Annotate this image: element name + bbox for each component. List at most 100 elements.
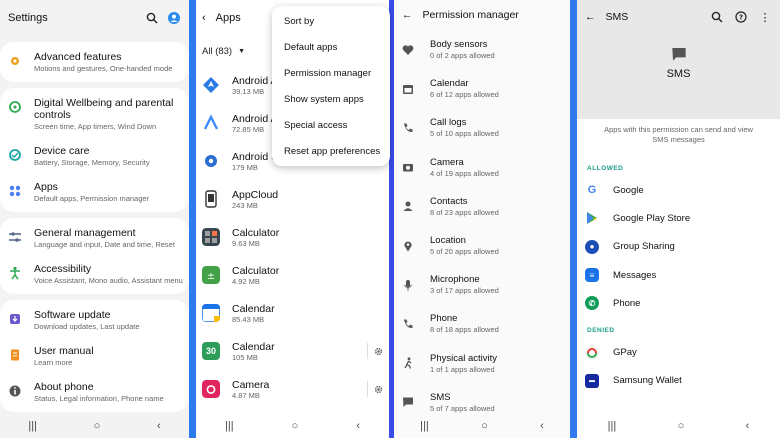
permission-item-phone[interactable]: Phone 8 of 18 apps allowed bbox=[394, 304, 570, 343]
app-size: 4.87 MB bbox=[232, 390, 260, 400]
back-button[interactable]: ‹ bbox=[157, 420, 161, 432]
play-store-icon bbox=[587, 212, 597, 225]
permission-item-physical-activity[interactable]: Physical activity 1 of 1 apps allowed bbox=[394, 344, 570, 383]
back-button[interactable]: ‹ bbox=[540, 420, 544, 432]
person-icon bbox=[403, 201, 413, 212]
page-title: SMS bbox=[605, 11, 629, 23]
permission-count: 8 of 23 apps allowed bbox=[430, 207, 499, 217]
permission-count: 5 of 10 apps allowed bbox=[430, 129, 499, 139]
back-arrow-icon[interactable]: ‹ bbox=[202, 12, 206, 24]
menu-item-special-access[interactable]: Special access bbox=[272, 112, 390, 138]
settings-item-digital-wellbeing[interactable]: Digital Wellbeing and parental controls S… bbox=[0, 90, 189, 138]
menu-item-show-system-apps[interactable]: Show system apps bbox=[272, 86, 390, 112]
microphone-icon bbox=[404, 279, 412, 291]
app-name: Google Play Store bbox=[613, 212, 691, 224]
settings-item-apps[interactable]: Apps Default apps, Permission manager bbox=[0, 174, 189, 210]
settings-item-subtitle: Screen time, App timers, Wind Down bbox=[34, 122, 157, 131]
recents-button[interactable]: ||| bbox=[420, 420, 429, 432]
messages-icon: ≡ bbox=[585, 268, 599, 283]
app-list-item[interactable]: Calendar 85.43 MB bbox=[196, 294, 389, 332]
settings-item-user-manual[interactable]: User manual Learn more bbox=[0, 338, 189, 374]
google-icon: G bbox=[585, 183, 599, 198]
info-icon bbox=[9, 385, 21, 397]
settings-item-general-management[interactable]: General management Language and input, Da… bbox=[0, 220, 189, 256]
permission-name: SMS bbox=[430, 391, 451, 403]
recents-button[interactable]: ||| bbox=[28, 420, 37, 432]
permission-item-camera[interactable]: Camera 4 of 19 apps allowed bbox=[394, 148, 570, 187]
allowed-app-phone[interactable]: ✆ Phone bbox=[577, 289, 780, 317]
back-arrow-icon[interactable]: ← bbox=[402, 9, 413, 21]
search-icon[interactable] bbox=[710, 10, 724, 24]
sms-icon bbox=[403, 397, 413, 408]
profile-avatar-icon[interactable] bbox=[167, 11, 181, 25]
settings-item-subtitle: Default apps, Permission manager bbox=[34, 194, 150, 203]
gear-plus-icon bbox=[11, 57, 19, 65]
app-name: AppCloud bbox=[232, 188, 279, 201]
app-settings-gear-icon[interactable] bbox=[367, 343, 383, 359]
settings-item-accessibility[interactable]: Accessibility Voice Assistant, Mono audio… bbox=[0, 256, 189, 292]
search-icon[interactable] bbox=[145, 11, 159, 25]
allowed-app-google[interactable]: G Google bbox=[577, 176, 780, 204]
settings-item-software-update[interactable]: Software update Download updates, Last up… bbox=[0, 302, 189, 338]
settings-group-3: General management Language and input, Da… bbox=[0, 218, 189, 294]
home-button[interactable]: ○ bbox=[481, 420, 488, 432]
app-name: GPay bbox=[613, 347, 637, 359]
home-button[interactable]: ○ bbox=[292, 420, 299, 432]
app-name: Phone bbox=[613, 297, 641, 309]
allowed-app-messages[interactable]: ≡ Messages bbox=[577, 261, 780, 289]
permission-count: 3 of 17 apps allowed bbox=[430, 286, 499, 296]
back-button[interactable]: ‹ bbox=[356, 420, 360, 432]
permission-item-location[interactable]: Location 5 of 20 apps allowed bbox=[394, 226, 570, 265]
page-title: Permission manager bbox=[422, 9, 519, 21]
menu-item-sort-by[interactable]: Sort by bbox=[272, 8, 390, 34]
app-settings-gear-icon[interactable] bbox=[367, 381, 383, 397]
permission-item-microphone[interactable]: Microphone 3 of 17 apps allowed bbox=[394, 265, 570, 304]
app-name: Calculator bbox=[232, 264, 280, 277]
more-options-icon[interactable]: ⋮ bbox=[758, 10, 772, 24]
denied-app-gpay[interactable]: GPay bbox=[577, 338, 780, 366]
denied-app-samsung-wallet[interactable]: ▬ Samsung Wallet bbox=[577, 367, 780, 395]
app-list-item[interactable]: Camera 4.87 MB bbox=[196, 370, 389, 408]
settings-item-subtitle: Battery, Storage, Memory, Security bbox=[34, 158, 150, 167]
app-list-item[interactable]: AppCloud 243 MB bbox=[196, 180, 389, 218]
settings-item-about-phone[interactable]: About phone Status, Legal information, Ph… bbox=[0, 374, 189, 410]
app-name: Calendar bbox=[232, 340, 275, 353]
app-list-item[interactable]: Calculator 9.63 MB bbox=[196, 218, 389, 256]
sms-description: Apps with this permission can send and v… bbox=[604, 125, 753, 144]
app-list-item[interactable]: 30 Calendar 105 MB bbox=[196, 332, 389, 370]
menu-item-default-apps[interactable]: Default apps bbox=[272, 34, 390, 60]
home-button[interactable]: ○ bbox=[94, 420, 101, 432]
calendar-30-icon: 30 bbox=[202, 342, 220, 360]
permission-name: Location bbox=[430, 235, 466, 247]
back-arrow-icon[interactable]: ← bbox=[585, 11, 596, 23]
svg-text:?: ? bbox=[739, 14, 743, 22]
allowed-app-google-play-store[interactable]: Google Play Store bbox=[577, 204, 780, 232]
help-icon[interactable]: ? bbox=[734, 10, 748, 24]
home-button[interactable]: ○ bbox=[678, 420, 685, 432]
permission-item-contacts[interactable]: Contacts 8 of 23 apps allowed bbox=[394, 187, 570, 226]
settings-item-subtitle: Status, Legal information, Phone name bbox=[34, 394, 164, 403]
settings-item-subtitle: Voice Assistant, Mono audio, Assistant m… bbox=[34, 276, 183, 285]
app-name: Messages bbox=[613, 269, 657, 281]
calendar-icon bbox=[202, 304, 220, 322]
calculator-icon bbox=[202, 228, 220, 246]
recents-button[interactable]: ||| bbox=[608, 420, 617, 432]
settings-item-title: General management bbox=[34, 227, 136, 239]
app-list-item[interactable]: ± Calculator 4.92 MB bbox=[196, 256, 389, 294]
allowed-app-group-sharing[interactable]: ● Group Sharing bbox=[577, 233, 780, 261]
menu-item-permission-manager[interactable]: Permission manager bbox=[272, 60, 390, 86]
permission-manager-panel: ← Permission manager Body sensors 0 of 2 … bbox=[394, 0, 570, 438]
phone-icon bbox=[404, 319, 413, 328]
heart-pulse-icon bbox=[402, 44, 414, 55]
permission-item-body-sensors[interactable]: Body sensors 0 of 2 apps allowed bbox=[394, 30, 570, 69]
permission-item-call-logs[interactable]: Call logs 5 of 10 apps allowed bbox=[394, 108, 570, 147]
menu-item-reset-app-preferences[interactable]: Reset app preferences bbox=[272, 138, 390, 164]
settings-group-1: Advanced features Motions and gestures, O… bbox=[0, 42, 189, 82]
recents-button[interactable]: ||| bbox=[225, 420, 234, 432]
permission-item-calendar[interactable]: Calendar 6 of 12 apps allowed bbox=[394, 69, 570, 108]
back-button[interactable]: ‹ bbox=[746, 420, 750, 432]
permission-name: Phone bbox=[430, 313, 458, 325]
settings-item-device-care[interactable]: Device care Battery, Storage, Memory, Sec… bbox=[0, 138, 189, 174]
settings-item-advanced-features[interactable]: Advanced features Motions and gestures, O… bbox=[0, 44, 189, 80]
app-size: 4.92 MB bbox=[232, 276, 260, 286]
